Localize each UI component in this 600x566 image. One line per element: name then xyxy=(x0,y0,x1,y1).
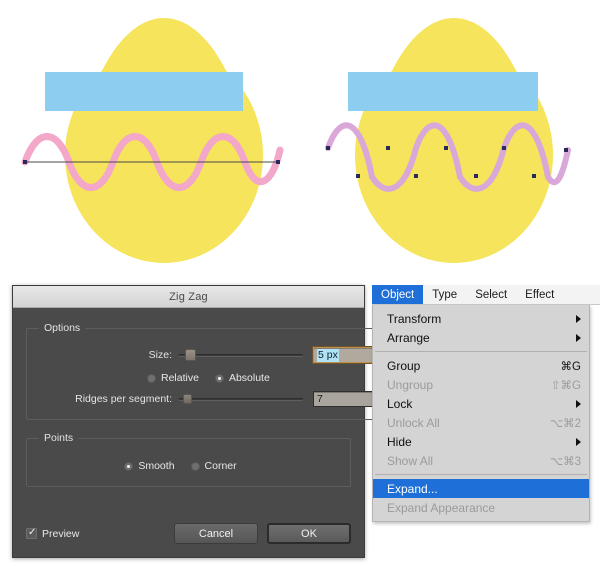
zigzag-dialog: Zig Zag Options Size: 5 px Relative Abso… xyxy=(12,285,396,558)
menu-item-hide[interactable]: Hide xyxy=(373,432,589,451)
menu-item-show-all: Show All ⌥⌘3 xyxy=(373,451,589,470)
right-egg-svg xyxy=(325,18,571,263)
size-slider[interactable] xyxy=(179,348,303,362)
radio-corner-dot xyxy=(190,461,200,471)
anchor-point xyxy=(326,146,330,150)
menu-bar-item-type[interactable]: Type xyxy=(423,285,466,304)
radio-smooth[interactable]: Smooth xyxy=(124,460,175,472)
points-legend: Points xyxy=(44,432,74,444)
radio-smooth-dot xyxy=(124,461,134,471)
checkbox-check-icon xyxy=(26,527,37,539)
menu-item-shortcut: ⌥⌘2 xyxy=(549,417,581,430)
radio-relative-dot xyxy=(147,373,156,383)
illustration-canvas xyxy=(0,0,600,281)
menu-item-ungroup: Ungroup ⇧⌘G xyxy=(373,375,589,394)
ok-button[interactable]: OK xyxy=(267,523,351,544)
menu-item-expand[interactable]: Expand... xyxy=(373,479,589,498)
menu-bar-item-object[interactable]: Object xyxy=(372,285,424,304)
anchor-point xyxy=(564,148,568,152)
menu-bar-item-effect[interactable]: Effect xyxy=(516,285,563,304)
anchor-point xyxy=(502,146,506,150)
anchor-point xyxy=(414,174,418,178)
blue-band xyxy=(348,72,538,111)
dialog-footer: Preview Cancel OK xyxy=(26,523,351,544)
menu-item-expand-appearance: Expand Appearance xyxy=(373,498,589,517)
ridges-row: Ridges per segment: 7 xyxy=(37,391,385,407)
anchor-point xyxy=(532,174,536,178)
radio-relative-label: Relative xyxy=(161,372,199,384)
menu-separator xyxy=(375,474,587,475)
menu-item-label: Arrange xyxy=(387,330,430,345)
size-slider-track xyxy=(179,354,303,357)
preview-checkbox[interactable]: Preview xyxy=(26,527,80,540)
options-legend: Options xyxy=(44,322,81,334)
anchor-point xyxy=(444,146,448,150)
anchor-point xyxy=(386,146,390,150)
menu-item-shortcut: ⇧⌘G xyxy=(550,379,581,392)
menu-item-label: Lock xyxy=(387,396,413,411)
size-slider-thumb[interactable] xyxy=(185,349,196,361)
menu-item-label: Show All xyxy=(387,453,434,468)
dialog-titlebar: Zig Zag xyxy=(13,286,364,308)
right-egg-artwork[interactable] xyxy=(310,0,590,281)
menu-item-lock[interactable]: Lock xyxy=(373,394,589,413)
left-egg-svg xyxy=(21,18,284,263)
anchor-point xyxy=(356,174,360,178)
menu-item-unlock-all: Unlock All ⌥⌘2 xyxy=(373,413,589,432)
submenu-arrow-icon xyxy=(576,333,581,342)
screenshot-root: Zig Zag Options Size: 5 px Relative Abso… xyxy=(0,0,600,566)
menu-separator xyxy=(375,351,587,352)
size-input-value: 5 px xyxy=(317,348,339,362)
menu-item-label: Unlock All xyxy=(387,415,440,430)
menu-item-shortcut: ⌥⌘3 xyxy=(549,455,581,468)
menu-item-label: Ungroup xyxy=(387,377,434,392)
radio-corner-label: Corner xyxy=(204,460,237,472)
preview-label: Preview xyxy=(42,527,80,540)
radio-absolute-dot xyxy=(214,373,224,383)
submenu-arrow-icon xyxy=(576,437,581,446)
radio-absolute[interactable]: Absolute xyxy=(214,372,270,384)
menu-item-arrange[interactable]: Arrange xyxy=(373,328,589,347)
submenu-arrow-icon xyxy=(576,314,581,323)
radio-relative[interactable]: Relative xyxy=(147,372,199,384)
size-label: Size: xyxy=(148,349,172,361)
submenu-arrow-icon xyxy=(576,399,581,408)
menu-bar: Object Type Select Effect xyxy=(372,285,600,305)
menu-item-label: Hide xyxy=(387,434,412,449)
size-mode-radios: Relative Absolute xyxy=(37,372,385,384)
blue-band xyxy=(45,72,243,111)
size-row: Size: 5 px xyxy=(37,346,386,364)
object-dropdown: Transform Arrange Group ⌘G Ungroup ⇧⌘G L… xyxy=(372,305,590,522)
left-egg-artwork[interactable] xyxy=(20,0,300,281)
ridges-slider[interactable] xyxy=(179,392,303,406)
dialog-body: Options Size: 5 px Relative Absolute Rid… xyxy=(13,308,396,557)
object-menu: Object Type Select Effect Transform Arra… xyxy=(372,285,600,522)
anchor-point xyxy=(474,174,478,178)
anchor-point-end xyxy=(276,160,280,164)
menu-item-group[interactable]: Group ⌘G xyxy=(373,356,589,375)
ridges-slider-track xyxy=(179,398,303,401)
radio-smooth-label: Smooth xyxy=(138,460,175,472)
points-group: Points Smooth Corner xyxy=(26,432,351,487)
dialog-buttons: Cancel OK xyxy=(165,523,351,544)
radio-corner[interactable]: Corner xyxy=(190,460,237,472)
menu-item-transform[interactable]: Transform xyxy=(373,309,589,328)
menu-item-label: Group xyxy=(387,358,421,373)
points-radios: Smooth Corner xyxy=(37,460,340,474)
ridges-slider-thumb[interactable] xyxy=(183,394,192,404)
anchor-point-start xyxy=(23,160,27,164)
radio-absolute-label: Absolute xyxy=(228,372,270,384)
dialog-title: Zig Zag xyxy=(169,290,208,303)
menu-item-shortcut: ⌘G xyxy=(560,360,581,373)
menu-item-label: Expand... xyxy=(387,481,438,496)
menu-bar-item-select[interactable]: Select xyxy=(466,285,516,304)
menu-item-label: Expand Appearance xyxy=(387,500,496,515)
ridges-label: Ridges per segment: xyxy=(75,393,172,405)
menu-item-label: Transform xyxy=(387,311,442,326)
ridges-input-value: 7 xyxy=(317,392,323,405)
cancel-button[interactable]: Cancel xyxy=(174,523,258,544)
options-group: Options Size: 5 px Relative Absolute Rid… xyxy=(26,322,396,420)
